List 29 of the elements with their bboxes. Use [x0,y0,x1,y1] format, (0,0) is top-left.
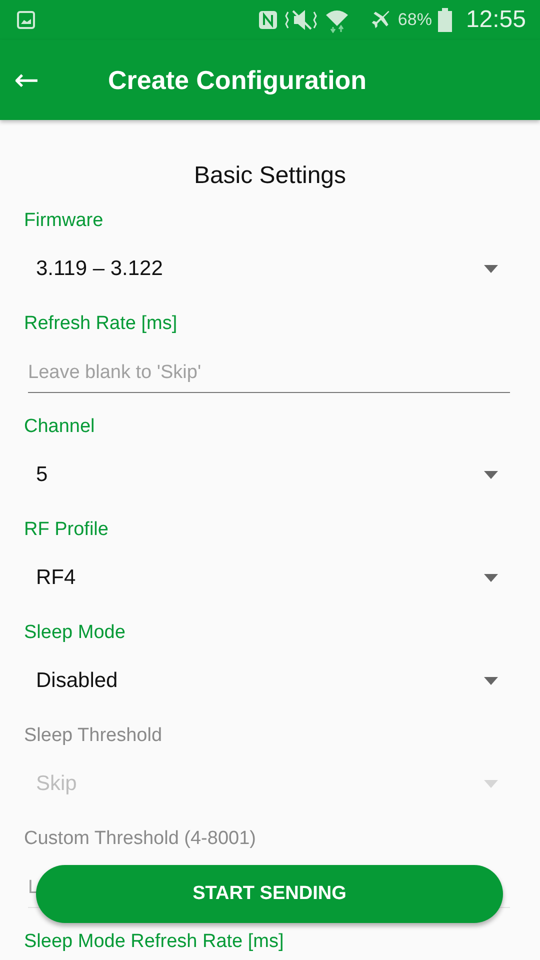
picture-icon [16,10,36,30]
field-label: Sleep Mode Refresh Rate [ms] [24,930,285,954]
caret-icon [484,265,498,273]
input-field[interactable]: Leave blank to 'Skip' [28,356,202,392]
dropdown[interactable]: RF4 [24,550,516,606]
back-button[interactable]: ← [14,62,70,98]
dropdown[interactable]: Disabled [24,653,516,709]
nfc-icon [258,10,278,30]
field-label: Channel [24,415,96,439]
battery-percentage: 68% [398,10,432,30]
field-label: RF Profile [24,518,110,542]
field-label: Firmware [24,209,104,233]
dropdown[interactable]: 5 [24,447,516,503]
field-label: Sleep Mode [24,621,126,645]
airplane-icon [370,9,392,31]
caret-icon [484,574,498,582]
start-sending-button[interactable]: START SENDING [36,865,503,923]
field-label: Sleep Threshold [24,724,164,748]
clock-time: 12:55 [466,6,526,34]
field-label: Refresh Rate [ms] [24,312,178,336]
battery-icon [438,8,452,32]
mute-icon [284,8,318,32]
screen-title: Create Configuration [108,64,367,96]
caret-icon [484,780,498,788]
caret-icon [484,677,498,685]
section-title: Basic Settings [192,161,348,191]
dropdown[interactable]: 3.119 – 3.122 [24,241,516,297]
field-label: Custom Threshold (4-8001) [24,827,257,851]
caret-icon [484,471,498,479]
